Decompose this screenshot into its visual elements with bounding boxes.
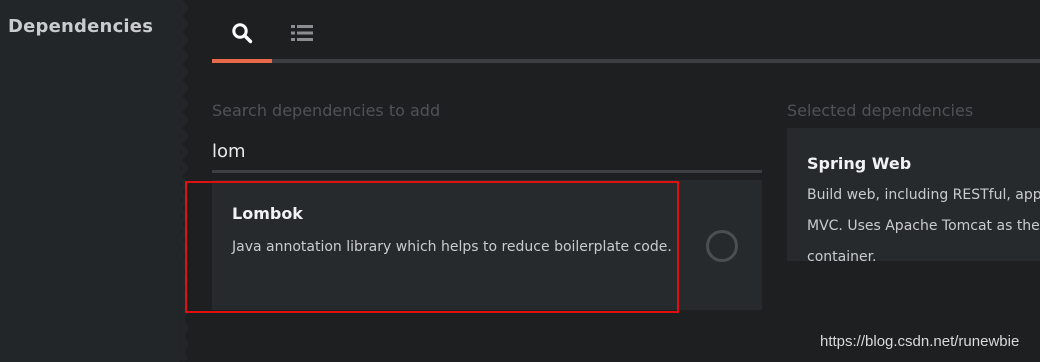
tab-search[interactable] [212,10,272,56]
search-input-underline [212,170,762,173]
active-tab-indicator [212,59,272,63]
dependencies-page: Dependencies Search dependencies to add [0,0,1040,362]
selected-label: Selected dependencies [787,101,974,120]
selected-title: Spring Web [807,154,912,173]
search-input[interactable] [212,134,762,168]
selected-item-spring-web[interactable]: Spring Web Build web, including RESTful,… [787,128,1040,261]
selected-description: Build web, including RESTful, applicatio… [807,187,1040,261]
add-dependency-radio[interactable] [706,230,738,262]
tab-list[interactable] [272,10,332,56]
tab-bar [212,0,1040,64]
section-title: Dependencies [8,16,154,37]
watermark-text: https://blog.csdn.net/runewbie [820,333,1020,350]
highlight-annotation-box [185,181,679,313]
tab-underline [212,59,1040,63]
list-icon [291,25,313,41]
search-label: Search dependencies to add [212,101,441,120]
search-icon [232,23,253,44]
left-panel: Dependencies [0,0,180,362]
